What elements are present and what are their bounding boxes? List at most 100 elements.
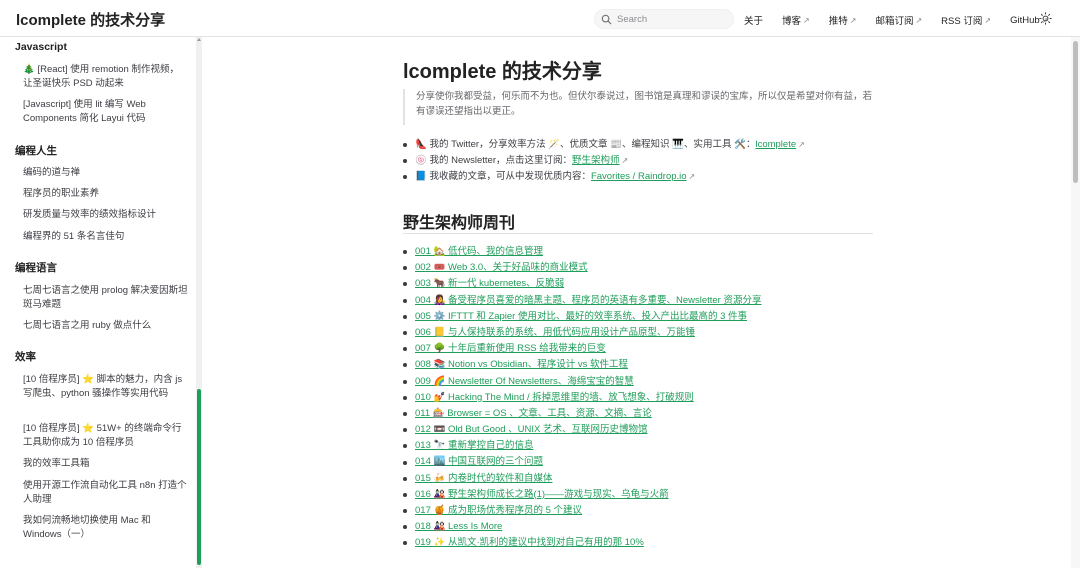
nav-about-label: 关于 xyxy=(744,16,764,27)
external-link-icon: ↗ xyxy=(688,172,696,181)
sidebar-item-remotion[interactable]: 🎄 [React] 使用 remotion 制作视频，让圣诞快乐 PSD 动起来 xyxy=(23,63,188,91)
issue-link[interactable]: 001 🏡 低代码、我的信息管理 xyxy=(415,244,543,260)
twitter-link[interactable]: lcomplete xyxy=(755,137,796,153)
list-item: 005 ⚙️ IFTTT 和 Zapier 使用对比、最好的效率系统、投入产出比… xyxy=(403,309,873,325)
issue-link[interactable]: 015 🍻 内卷时代的软件和自媒体 xyxy=(415,471,552,487)
bullet xyxy=(403,492,407,497)
list-item: 006 📒 与人保持联系的系统、用低代码应用设计产品原型、万能锤 xyxy=(403,325,873,341)
sidebar-group-javascript[interactable]: Javascript xyxy=(15,41,67,53)
nav-blog-label: 博客 xyxy=(782,16,802,27)
search-button[interactable]: Search xyxy=(594,9,734,29)
bullet xyxy=(403,395,407,400)
list-item: 009 🌈 Newsletter Of Newsletters、海绵宝宝的智慧 xyxy=(403,374,873,390)
bullet xyxy=(403,314,407,319)
external-link-icon: ↗ xyxy=(849,15,857,25)
external-link-icon: ↗ xyxy=(984,15,992,25)
intro-item-twitter: 👠 我的 Twitter，分享效率方法 🪄、优质文章 📰、编程知识 🎹、实用工具… xyxy=(403,137,873,153)
nav-blog[interactable]: 博客 ↗ xyxy=(782,13,810,28)
nav-twitter[interactable]: 推特 ↗ xyxy=(829,13,857,28)
sidebar-item-professionalism[interactable]: 程序员的职业素养 xyxy=(23,187,188,201)
issue-link[interactable]: 005 ⚙️ IFTTT 和 Zapier 使用对比、最好的效率系统、投入产出比… xyxy=(415,309,747,325)
issue-link[interactable]: 019 ✨ 从凯文·凯利的建议中找到对自己有用的那 10% xyxy=(415,535,644,551)
sidebar: Javascript 🎄 [React] 使用 remotion 制作视频，让圣… xyxy=(0,37,196,568)
list-item: 016 🎎 野生架构师成长之路(1)——游戏与现实、乌龟与火箭 xyxy=(403,487,873,503)
bullet xyxy=(403,444,407,449)
list-item: 013 🔭 重新掌控自己的信息 xyxy=(403,438,873,454)
bullet xyxy=(403,143,407,147)
bullet xyxy=(403,347,407,352)
bullet xyxy=(403,379,407,384)
list-item: 014 🏙️ 中国互联网的三个问题 xyxy=(403,454,873,470)
sidebar-group-efficiency[interactable]: 效率 xyxy=(15,349,36,364)
bullet xyxy=(403,266,407,271)
sidebar-item-coding-zen[interactable]: 编码的道与禅 xyxy=(23,166,188,180)
sidebar-item-metrics[interactable]: 研发质量与效率的绩效指标设计 xyxy=(23,208,188,222)
list-item: 015 🍻 内卷时代的软件和自媒体 xyxy=(403,471,873,487)
external-link-icon: ↗ xyxy=(621,156,629,165)
intro-item-newsletter: 🍥 我的 Newsletter，点击这里订阅： 野生架构师 ↗ xyxy=(403,153,873,169)
list-item: 010 💅 Hacking The Mind / 拆掉思维里的墙、放飞想象、打破… xyxy=(403,390,873,406)
nav-email-label: 邮箱订阅 xyxy=(875,16,914,27)
sidebar-group-programming-life[interactable]: 编程人生 xyxy=(15,143,57,158)
nav-rss[interactable]: RSS 订阅 ↗ xyxy=(941,13,992,28)
sidebar-item-quotes[interactable]: 编程界的 51 条名言佳句 xyxy=(23,230,188,244)
nav-about[interactable]: 关于 xyxy=(744,13,763,27)
issue-link[interactable]: 008 📚 Notion vs Obsidian、程序设计 vs 软件工程 xyxy=(415,357,628,373)
issue-link[interactable]: 013 🔭 重新掌控自己的信息 xyxy=(415,438,533,454)
bullet xyxy=(403,411,407,416)
bullet xyxy=(403,509,407,514)
external-link-icon: ↗ xyxy=(798,140,805,149)
sidebar-item-ruby[interactable]: 七周七语言之用 ruby 做点什么 xyxy=(23,319,188,333)
page-scrollbar[interactable] xyxy=(1071,37,1080,568)
bullet xyxy=(403,476,407,481)
issue-link[interactable]: 002 🎟️ Web 3.0、关于好品味的商业模式 xyxy=(415,260,588,276)
intro-list: 👠 我的 Twitter，分享效率方法 🪄、优质文章 📰、编程知识 🎹、实用工具… xyxy=(403,137,873,185)
sidebar-item-n8n[interactable]: 使用开源工作流自动化工具 n8n 打造个人助理 xyxy=(23,479,188,507)
sidebar-item-toolbox[interactable]: 我的效率工具箱 xyxy=(23,457,188,471)
sidebar-scroll-thumb[interactable] xyxy=(197,389,201,565)
external-link-icon: ↗ xyxy=(803,15,810,25)
bullet xyxy=(403,250,407,255)
bullet xyxy=(403,298,407,303)
sidebar-item-prolog[interactable]: 七周七语言之使用 prolog 解决爱因斯坦斑马难题 xyxy=(23,284,188,312)
issue-link[interactable]: 014 🏙️ 中国互联网的三个问题 xyxy=(415,454,543,470)
list-item: 004 👩‍🎤 备受程序员喜爱的暗黑主题、程序员的英语有多重要、Newslett… xyxy=(403,293,873,309)
issue-link[interactable]: 006 📒 与人保持联系的系统、用低代码应用设计产品原型、万能锤 xyxy=(415,325,695,341)
issue-link[interactable]: 017 🍯 成为职场优秀程序员的 5 个建议 xyxy=(415,503,582,519)
intro-text: 📘 我收藏的文章，可从中发现优质内容： xyxy=(415,171,591,182)
page-scroll-thumb[interactable] xyxy=(1073,41,1078,183)
issue-link[interactable]: 012 📼 Old But Good 、UNIX 艺术、互联网历史博物馆 xyxy=(415,422,648,438)
sidebar-group-languages[interactable]: 编程语言 xyxy=(15,260,57,275)
list-item: 011 🎰 Browser = OS 、文章、工具、资源、文摘、言论 xyxy=(403,406,873,422)
sidebar-scrollbar[interactable] xyxy=(196,37,202,568)
issue-link[interactable]: 016 🎎 野生架构师成长之路(1)——游戏与现实、乌龟与火箭 xyxy=(415,487,669,503)
top-nav-bar: lcomplete 的技术分享 Search 关于 博客 ↗ 推特 ↗ 邮箱订阅 ↗ … xyxy=(0,0,1080,37)
bullet xyxy=(403,460,407,465)
issue-link[interactable]: 003 🐂 新一代 kubernetes、反脆弱 xyxy=(415,276,564,292)
issue-link[interactable]: 018 🎎 Less Is More xyxy=(415,519,502,535)
sidebar-item-mac-windows[interactable]: 我如何流畅地切换使用 Mac 和 Windows（一） xyxy=(23,514,188,542)
section-divider xyxy=(403,233,873,234)
issue-link[interactable]: 011 🎰 Browser = OS 、文章、工具、资源、文摘、言论 xyxy=(415,406,652,422)
sun-icon[interactable] xyxy=(1039,12,1052,25)
issue-link[interactable]: 009 🌈 Newsletter Of Newsletters、海绵宝宝的智慧 xyxy=(415,374,634,390)
issue-link[interactable]: 010 💅 Hacking The Mind / 拆掉思维里的墙、放飞想象、打破… xyxy=(415,390,694,406)
sidebar-item-cli-tools[interactable]: [10 倍程序员] ⭐ 51W+ 的终端命令行工具助你成为 10 倍程序员 xyxy=(23,422,188,450)
list-item: 017 🍯 成为职场优秀程序员的 5 个建议 xyxy=(403,503,873,519)
list-item: 019 ✨ 从凯文·凯利的建议中找到对自己有用的那 10% xyxy=(403,535,873,551)
sidebar-item-scripts[interactable]: [10 倍程序员] ⭐ 脚本的魅力，内含 js 写爬虫、python 骚操作等实… xyxy=(23,373,188,401)
favorites-link[interactable]: Favorites / Raindrop.io xyxy=(591,169,687,185)
site-title[interactable]: lcomplete 的技术分享 xyxy=(16,9,165,30)
nav-rss-label: RSS 订阅 xyxy=(941,16,983,27)
bullet xyxy=(403,541,407,546)
list-item: 012 📼 Old But Good 、UNIX 艺术、互联网历史博物馆 xyxy=(403,422,873,438)
sidebar-item-lit[interactable]: [Javascript] 使用 lit 编写 Web Components 简化… xyxy=(23,98,188,126)
issue-list: 001 🏡 低代码、我的信息管理 002 🎟️ Web 3.0、关于好品味的商业… xyxy=(403,244,873,552)
nav-email-subscribe[interactable]: 邮箱订阅 ↗ xyxy=(875,13,922,28)
list-item: 002 🎟️ Web 3.0、关于好品味的商业模式 xyxy=(403,260,873,276)
issue-link[interactable]: 007 🌳 十年后重新使用 RSS 给我带来的巨变 xyxy=(415,341,606,357)
scroll-up-arrow-icon[interactable] xyxy=(197,38,201,41)
issue-link[interactable]: 004 👩‍🎤 备受程序员喜爱的暗黑主题、程序员的英语有多重要、Newslett… xyxy=(415,293,761,309)
newsletter-link[interactable]: 野生架构师 xyxy=(572,153,620,169)
section-title: 野生架构师周刊 xyxy=(403,215,516,232)
